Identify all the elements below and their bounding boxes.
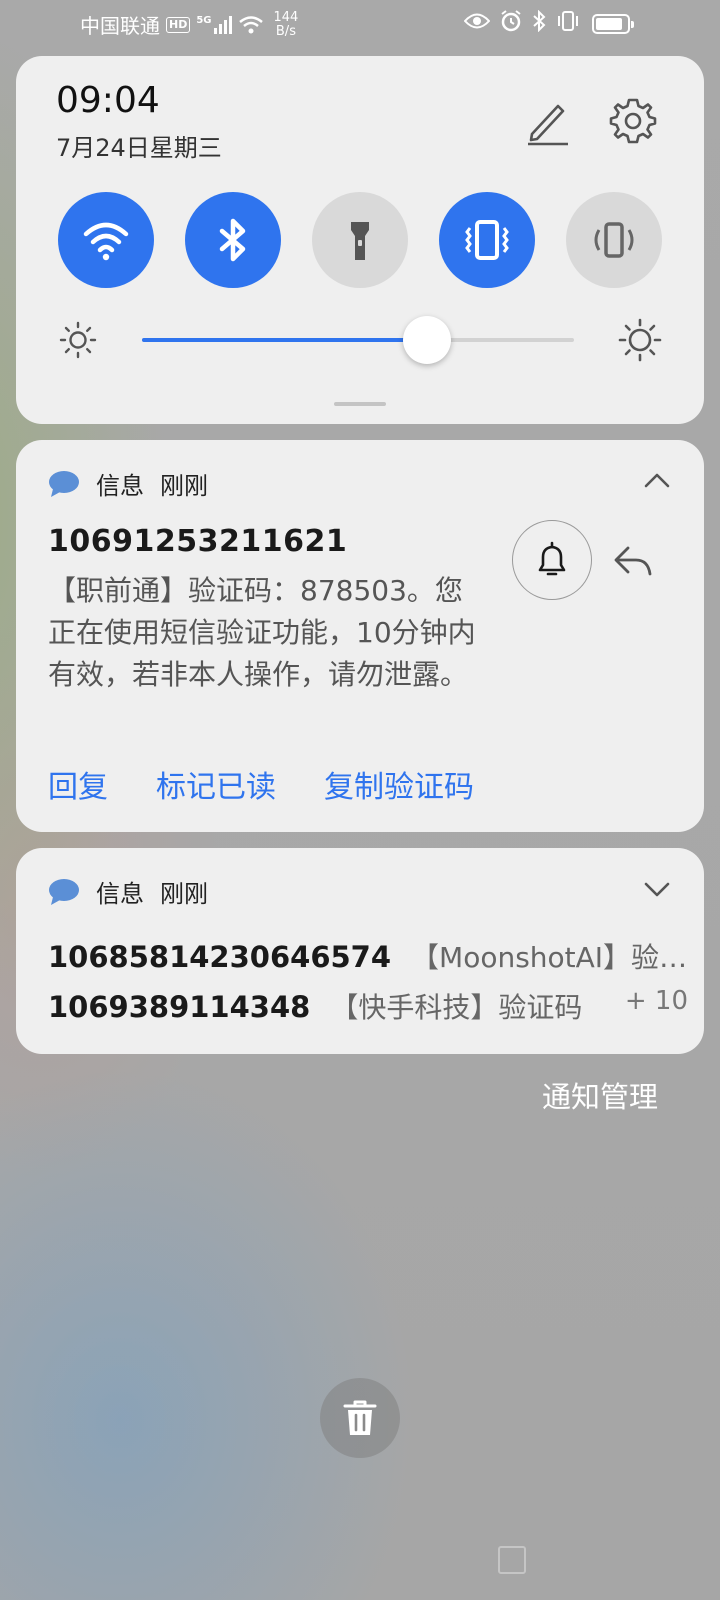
app-name: 信息 — [96, 880, 144, 908]
chevron-down-icon[interactable] — [642, 874, 672, 904]
bluetooth-icon — [219, 218, 246, 262]
battery-icon — [592, 14, 634, 34]
reply-action[interactable]: 回复 — [48, 762, 108, 806]
brightness-fill — [142, 338, 428, 342]
wifi-icon — [83, 222, 129, 261]
status-left: 中国联通 HD 5G 144 B/s — [80, 10, 298, 39]
list-item[interactable]: 10685814230646574 【MoonshotAI】验证码 — [48, 936, 688, 976]
sender-number: 10691253211621 — [48, 524, 348, 559]
sender-number: 1069389114348 — [48, 990, 311, 1024]
clock-time: 09:04 — [56, 80, 160, 121]
speed-unit: B/s — [275, 23, 296, 39]
brightness-thumb[interactable] — [403, 316, 452, 364]
auto-rotate-toggle[interactable] — [566, 192, 662, 288]
network-type: 5G — [196, 14, 212, 26]
vibrate-status-icon — [558, 11, 578, 31]
signal-icon: 5G — [196, 14, 232, 34]
rotate-icon — [594, 222, 634, 258]
copy-code-action[interactable]: 复制验证码 — [324, 762, 474, 806]
brightness-row — [58, 316, 662, 364]
brightness-slider[interactable] — [142, 316, 574, 364]
app-name: 信息 — [96, 472, 144, 500]
speed-value: 144 — [273, 9, 299, 25]
vibrate-icon — [465, 220, 509, 260]
edit-icon[interactable] — [520, 96, 572, 148]
notification-management-link[interactable]: 通知管理 — [542, 1074, 658, 1116]
status-right — [464, 10, 580, 32]
notification-card-group[interactable]: 信息 刚刚 10685814230646574 【MoonshotAI】验证码 … — [16, 848, 704, 1054]
notification-card-expanded[interactable]: 信息 刚刚 10691253211621 【职前通】验证码：878503。您正在… — [16, 440, 704, 832]
message-app-icon — [49, 470, 79, 497]
mute-notification-button[interactable] — [512, 520, 592, 600]
notification-time: 刚刚 — [160, 472, 208, 500]
message-snippet: 【MoonshotAI】验证码 — [411, 941, 688, 974]
hd-badge: HD — [166, 16, 191, 33]
alarm-icon — [501, 10, 521, 32]
network-speed: 144 B/s — [273, 9, 299, 39]
sender-number: 10685814230646574 — [48, 940, 392, 974]
mark-read-action[interactable]: 标记已读 — [156, 762, 276, 806]
clear-all-button[interactable] — [320, 1378, 400, 1458]
notification-time: 刚刚 — [160, 880, 208, 908]
wifi-toggle[interactable] — [58, 192, 154, 288]
brightness-high-icon — [618, 318, 662, 362]
notification-actions: 回复 标记已读 复制验证码 — [48, 762, 474, 806]
flashlight-toggle[interactable] — [312, 192, 408, 288]
carrier-name: 中国联通 — [80, 14, 160, 38]
bluetooth-toggle[interactable] — [185, 192, 281, 288]
vibrate-toggle[interactable] — [439, 192, 535, 288]
status-bar: 中国联通 HD 5G 144 B/s — [0, 0, 720, 48]
quick-settings-tiles — [58, 192, 662, 288]
recents-nav-button[interactable] — [498, 1546, 526, 1574]
eye-icon — [464, 13, 490, 29]
message-snippet: 【快手科技】验证码 — [330, 991, 583, 1024]
reply-icon[interactable] — [610, 538, 656, 584]
brightness-low-icon — [59, 321, 97, 359]
gear-icon[interactable] — [606, 94, 660, 148]
wifi-status-icon — [238, 15, 263, 33]
battery-fill — [596, 18, 623, 30]
notification-header: 信息 刚刚 — [48, 874, 208, 909]
notification-header: 信息 刚刚 — [48, 466, 208, 501]
panel-drag-handle[interactable] — [334, 402, 386, 406]
bluetooth-status-icon — [533, 10, 546, 32]
message-app-icon — [49, 878, 79, 905]
control-center: 09:04 7月24日星期三 — [16, 56, 704, 424]
more-count-badge: + 10 — [624, 986, 688, 1016]
flashlight-icon — [351, 222, 369, 260]
bell-icon — [538, 541, 566, 576]
list-item[interactable]: 1069389114348 【快手科技】验证码 + 10 — [48, 986, 688, 1026]
message-body: 【职前通】验证码：878503。您正在使用短信验证功能，10分钟内有效，若非本人… — [48, 574, 476, 691]
chevron-up-icon[interactable] — [642, 466, 672, 496]
clock-date: 7月24日星期三 — [56, 134, 222, 162]
trash-icon — [343, 1400, 377, 1435]
